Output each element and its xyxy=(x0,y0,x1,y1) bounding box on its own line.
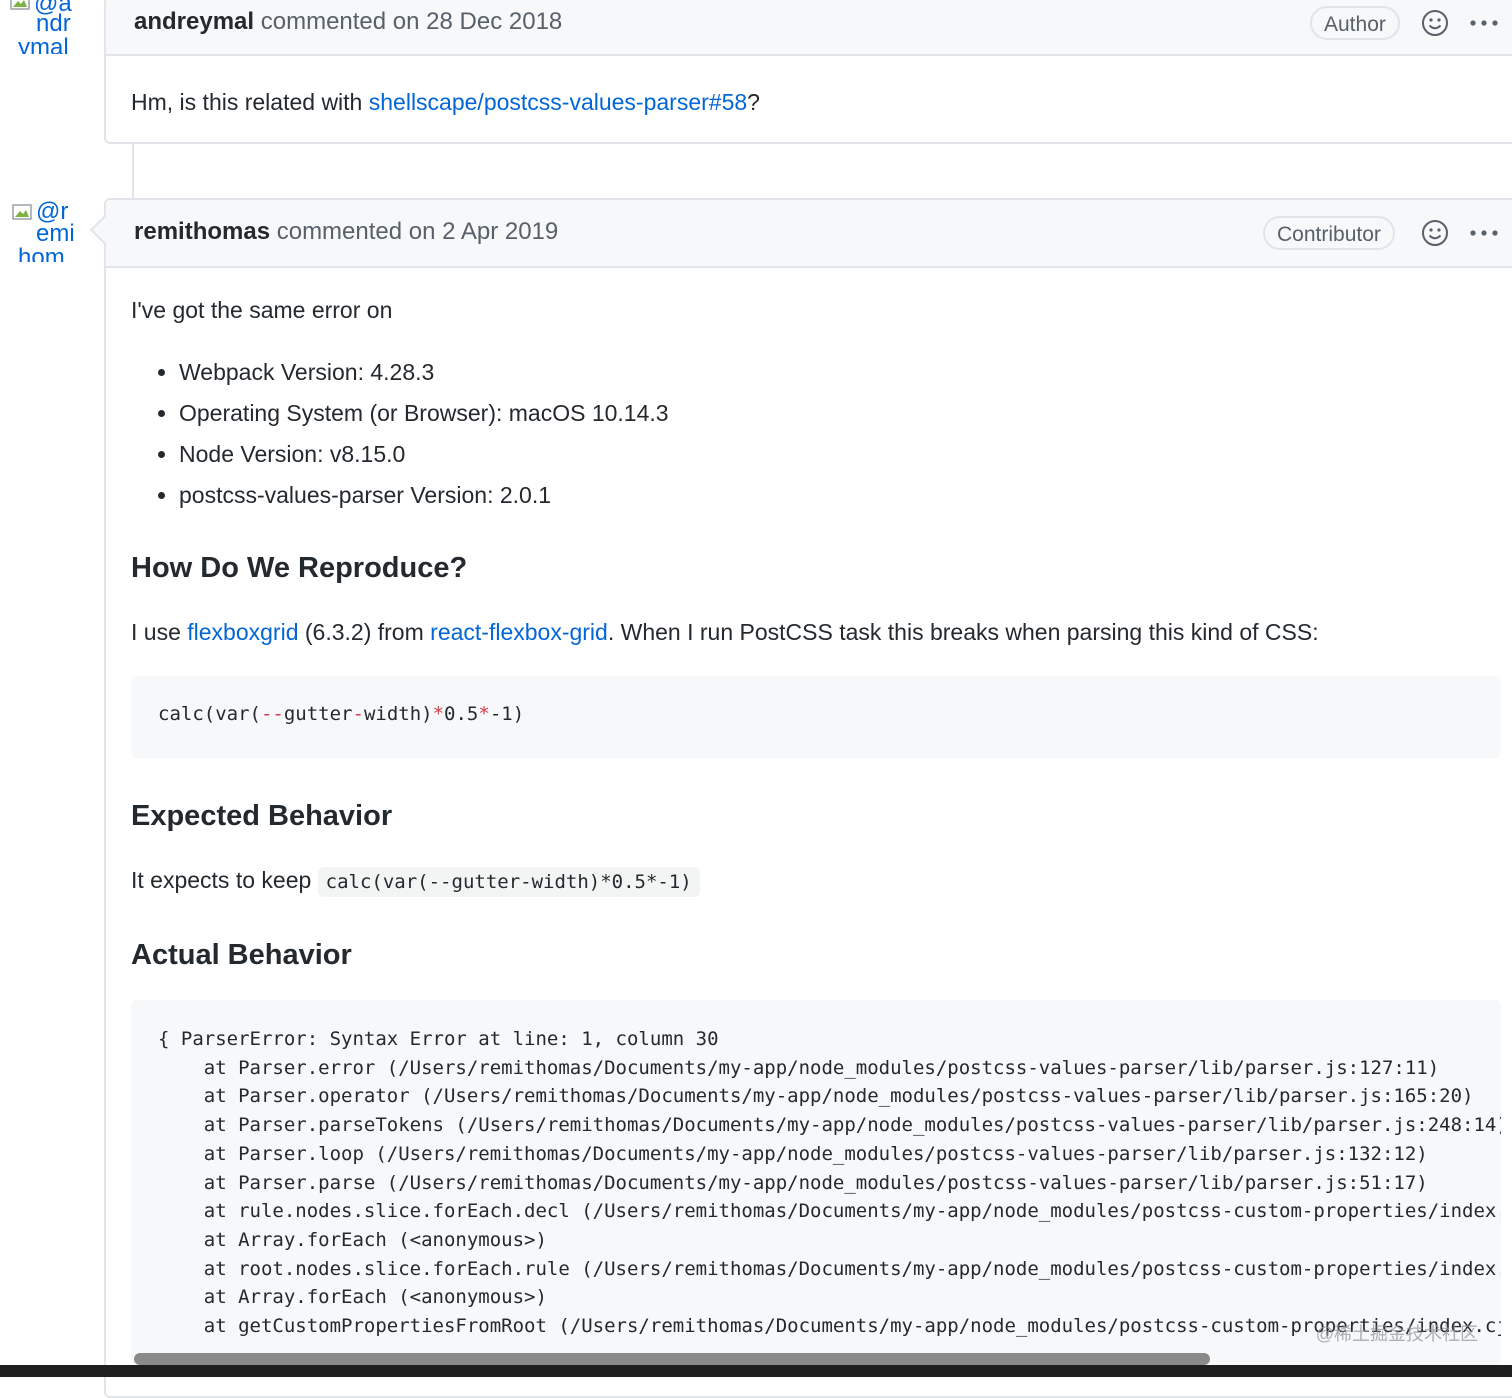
stack-line: at rule.nodes.slice.forEach.decl (/Users… xyxy=(158,1200,1501,1223)
react-flexbox-grid-link[interactable]: react-flexbox-grid xyxy=(430,619,608,645)
flexboxgrid-link[interactable]: flexboxgrid xyxy=(187,619,298,645)
comment-header: andreymal commented on 28 Dec 2018 Autho… xyxy=(106,0,1512,56)
comment-author-line: remithomas commented on 2 Apr 2019 xyxy=(134,218,558,246)
comment-intro: I've got the same error on xyxy=(131,297,393,323)
actual-heading: Actual Behavior xyxy=(131,939,352,971)
comment-timestamp[interactable]: commented on 28 Dec 2018 xyxy=(261,8,563,35)
comment-body-andreymal: Hm, is this related with shellscape/post… xyxy=(131,89,760,115)
comment-author[interactable]: remithomas xyxy=(134,218,270,245)
stack-line: at Array.forEach (<anonymous>) xyxy=(158,1228,547,1251)
more-options-icon[interactable] xyxy=(1468,218,1500,248)
avatar-alt-line-2: emi xyxy=(36,220,75,247)
list-item: Operating System (or Browser): macOS 10.… xyxy=(179,393,669,434)
expected-heading: Expected Behavior xyxy=(131,800,393,832)
reproduce-paragraph: I use flexboxgrid (6.3.2) from react-fle… xyxy=(131,619,1319,645)
css-code-line: calc(var(--gutter-width)*0.5*-1) xyxy=(158,703,525,725)
stack-trace-block[interactable]: { ParserError: Syntax Error at line: 1, … xyxy=(131,1000,1501,1365)
stack-line: { ParserError: Syntax Error at line: 1, … xyxy=(158,1028,719,1050)
stack-line: at Parser.parseTokens (/Users/remithomas… xyxy=(158,1114,1501,1137)
taskbar-strip xyxy=(0,1365,1512,1377)
avatar-alt-line-3: hom xyxy=(18,244,65,263)
list-item: postcss-values-parser Version: 2.0.1 xyxy=(179,475,669,516)
list-item: Webpack Version: 4.28.3 xyxy=(179,352,669,393)
avatar-andreymal[interactable]: @a ndr ymal xyxy=(8,0,84,54)
add-reaction-icon[interactable] xyxy=(1420,218,1450,248)
comment-header: remithomas commented on 2 Apr 2019 Contr… xyxy=(106,200,1512,268)
expected-paragraph: It expects to keep calc(var(--gutter-wid… xyxy=(131,864,700,898)
avatar-alt-line-3: ymal xyxy=(18,34,69,55)
environment-list: Webpack Version: 4.28.3 Operating System… xyxy=(131,352,669,516)
stack-line: at getCustomPropertiesFromRoot (/Users/r… xyxy=(158,1315,1501,1338)
stack-line: at Parser.error (/Users/remithomas/Docum… xyxy=(158,1056,1440,1079)
comment-timestamp[interactable]: commented on 2 Apr 2019 xyxy=(277,218,559,245)
avatar-remithomas[interactable]: @r emi hom xyxy=(8,200,84,262)
author-badge: Author xyxy=(1310,6,1400,40)
broken-image-icon xyxy=(10,0,30,10)
broken-image-icon xyxy=(12,204,32,220)
comment-author-line: andreymal commented on 28 Dec 2018 xyxy=(134,8,562,36)
stack-line: at Array.forEach (<anonymous>) xyxy=(158,1286,547,1309)
stack-line: at Parser.parse (/Users/remithomas/Docum… xyxy=(158,1171,1428,1194)
add-reaction-icon[interactable] xyxy=(1420,8,1450,38)
stack-line: at Parser.operator (/Users/remithomas/Do… xyxy=(158,1085,1474,1108)
stack-line: at root.nodes.slice.forEach.rule (/Users… xyxy=(158,1257,1501,1280)
reproduce-heading: How Do We Reproduce? xyxy=(131,552,468,584)
watermark: @稀土掘金技术社区 xyxy=(1315,1324,1478,1344)
avatar-alt-line-2: ndr xyxy=(36,10,71,37)
css-code-block: calc(var(--gutter-width)*0.5*-1) xyxy=(131,676,1501,758)
comment-author[interactable]: andreymal xyxy=(134,8,254,35)
issue-link[interactable]: shellscape/postcss-values-parser#58 xyxy=(369,89,747,115)
stack-line: at Parser.loop (/Users/remithomas/Docume… xyxy=(158,1142,1428,1165)
more-options-icon[interactable] xyxy=(1468,8,1500,38)
stack-trace: { ParserError: Syntax Error at line: 1, … xyxy=(158,1025,1501,1341)
timeline-connector xyxy=(132,144,134,200)
comment-andreymal: andreymal commented on 28 Dec 2018 Autho… xyxy=(104,0,1512,144)
list-item: Node Version: v8.15.0 xyxy=(179,434,669,475)
scrollbar-thumb[interactable] xyxy=(134,1353,1210,1365)
inline-code: calc(var(--gutter-width)*0.5*-1) xyxy=(317,867,700,897)
contributor-badge: Contributor xyxy=(1263,216,1395,250)
